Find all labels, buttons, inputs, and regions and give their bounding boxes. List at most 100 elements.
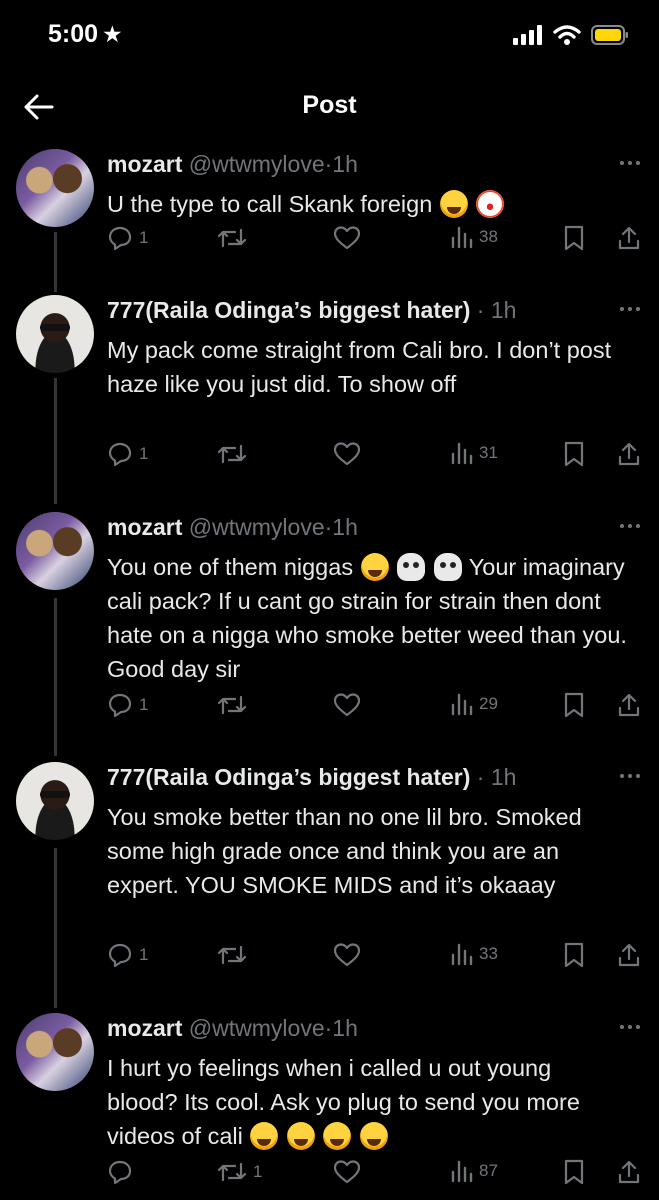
share-button[interactable] xyxy=(617,692,641,718)
view-count: 33 xyxy=(479,944,498,963)
post-text: U the type to call Skank foreign xyxy=(107,187,627,221)
view-count: 31 xyxy=(479,443,498,462)
avatar[interactable] xyxy=(16,1013,94,1091)
post-actions: 1 33 xyxy=(107,942,647,976)
sunglasses-detail xyxy=(40,791,70,798)
share-button[interactable] xyxy=(617,441,641,467)
post-time: 1h xyxy=(332,514,358,540)
reply-icon xyxy=(108,693,132,718)
post-text: I hurt yo feelings when i called u out y… xyxy=(107,1055,580,1150)
bookmark-button[interactable] xyxy=(563,225,585,251)
author-name[interactable]: mozart xyxy=(107,151,182,177)
star-icon: ★ xyxy=(102,21,123,47)
crying-face-emoji xyxy=(286,1122,315,1150)
author-name[interactable]: 777(Raila Odinga’s biggest hater) xyxy=(107,764,470,790)
views-icon xyxy=(451,226,473,249)
repost-button[interactable] xyxy=(217,942,253,968)
author-name[interactable]: 777(Raila Odinga’s biggest hater) xyxy=(107,297,470,323)
reply-button[interactable]: 1 xyxy=(107,692,148,718)
post-actions: 1 38 xyxy=(107,225,647,259)
like-button[interactable] xyxy=(333,225,361,251)
post-text: You smoke better than no one lil bro. Sm… xyxy=(107,804,582,898)
share-icon xyxy=(618,1160,640,1184)
author-name[interactable]: mozart xyxy=(107,1015,182,1041)
post-time: 1h xyxy=(332,151,358,177)
author-handle[interactable]: @wtwmylove xyxy=(189,151,325,177)
repost-icon xyxy=(217,695,247,715)
crying-face-emoji xyxy=(359,1122,388,1150)
share-button[interactable] xyxy=(617,942,641,968)
share-button[interactable] xyxy=(617,1159,641,1185)
repost-icon xyxy=(217,228,247,248)
wifi-icon xyxy=(553,25,581,45)
skull-emoji xyxy=(433,553,462,581)
views-button[interactable]: 38 xyxy=(451,225,498,249)
like-button[interactable] xyxy=(333,441,361,467)
bookmark-button[interactable] xyxy=(563,1159,585,1185)
views-icon xyxy=(451,693,473,716)
reply-count: 1 xyxy=(139,228,149,247)
repost-icon xyxy=(217,945,247,965)
bookmark-icon xyxy=(564,1159,584,1185)
author-handle[interactable]: @wtwmylove xyxy=(189,514,325,540)
skull-emoji xyxy=(397,553,426,581)
sunglasses-detail xyxy=(40,324,70,331)
repost-button[interactable] xyxy=(217,225,253,251)
post-actions: 1 31 xyxy=(107,441,647,475)
bookmark-icon xyxy=(564,692,584,718)
reply-button[interactable]: 1 xyxy=(107,942,148,968)
share-button[interactable] xyxy=(617,225,641,251)
views-button[interactable]: 31 xyxy=(451,441,498,465)
more-options-icon[interactable] xyxy=(617,516,643,536)
bookmark-icon xyxy=(564,441,584,467)
avatar[interactable] xyxy=(16,762,94,840)
post-actions: 1 29 xyxy=(107,692,647,726)
post-header: Post xyxy=(0,78,659,134)
like-button[interactable] xyxy=(333,942,361,968)
repost-count: 1 xyxy=(253,1162,263,1181)
crying-face-emoji xyxy=(323,1122,352,1150)
post-actions: 1 87 xyxy=(107,1159,647,1193)
views-button[interactable]: 33 xyxy=(451,942,498,966)
more-options-icon[interactable] xyxy=(617,766,643,786)
tweet[interactable]: mozart @wtwmylove·1h I hurt yo feelings … xyxy=(0,1013,659,1200)
more-options-icon[interactable] xyxy=(617,1017,643,1037)
reply-count: 1 xyxy=(139,945,149,964)
bookmark-button[interactable] xyxy=(563,441,585,467)
like-button[interactable] xyxy=(333,692,361,718)
repost-button[interactable] xyxy=(217,692,253,718)
reply-button[interactable]: 1 xyxy=(107,225,148,251)
avatar[interactable] xyxy=(16,149,94,227)
clown-face-emoji xyxy=(476,190,505,218)
reply-icon xyxy=(108,943,132,968)
like-button[interactable] xyxy=(333,1159,361,1185)
reply-count: 1 xyxy=(139,444,149,463)
bookmark-button[interactable] xyxy=(563,692,585,718)
heart-icon xyxy=(333,943,361,967)
reply-icon xyxy=(108,442,132,467)
share-icon xyxy=(618,943,640,967)
tweet[interactable]: mozart @wtwmylove·1h You one of them nig… xyxy=(0,512,659,747)
views-button[interactable]: 29 xyxy=(451,692,498,716)
reply-button[interactable]: 1 xyxy=(107,441,148,467)
views-icon xyxy=(451,442,473,465)
more-options-icon[interactable] xyxy=(617,153,643,173)
avatar[interactable] xyxy=(16,295,94,373)
repost-button[interactable] xyxy=(217,441,253,467)
tweet[interactable]: 777(Raila Odinga’s biggest hater) · 1h Y… xyxy=(0,762,659,997)
view-count: 87 xyxy=(479,1161,498,1180)
tweet[interactable]: 777(Raila Odinga’s biggest hater) · 1h M… xyxy=(0,295,659,495)
battery-icon xyxy=(591,25,628,45)
tweet[interactable]: mozart @wtwmylove·1h U the type to call … xyxy=(0,149,659,269)
repost-button[interactable]: 1 xyxy=(217,1159,262,1185)
status-time: 5:00 xyxy=(48,20,99,48)
views-button[interactable]: 87 xyxy=(451,1159,498,1183)
reply-button[interactable] xyxy=(107,1159,139,1185)
author-name[interactable]: mozart xyxy=(107,514,182,540)
crying-face-emoji xyxy=(439,190,468,218)
more-options-icon[interactable] xyxy=(617,299,643,319)
repost-icon xyxy=(217,444,247,464)
bookmark-button[interactable] xyxy=(563,942,585,968)
avatar[interactable] xyxy=(16,512,94,590)
author-handle[interactable]: @wtwmylove xyxy=(189,1015,325,1041)
